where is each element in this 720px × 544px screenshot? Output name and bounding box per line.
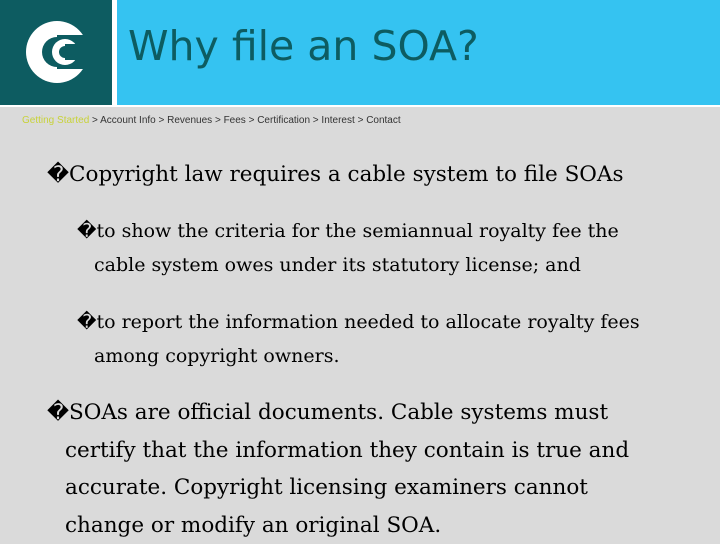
breadcrumb-separator: > [358,115,367,126]
breadcrumb-item-interest[interactable]: Interest [321,115,354,126]
bullet-official-documents: �SOAs are official documents. Cable syst… [47,394,629,544]
bullet-line: cable system owes under its statutory li… [77,248,619,282]
bullet-text: Copyright law requires a cable system to… [69,162,623,187]
sub-bullet-allocate: �to report the information needed to all… [77,305,640,373]
breadcrumb-separator: > [92,115,100,126]
breadcrumb-item-getting-started[interactable]: Getting Started [22,115,89,126]
bullet-glyph: � [47,156,69,194]
breadcrumb-item-fees[interactable]: Fees [224,115,246,126]
logo-panel [0,0,112,105]
bullet-line: �to show the criteria for the semiannual… [77,214,619,248]
breadcrumb-item-account-info[interactable]: Account Info [100,115,156,126]
bullet-line: �SOAs are official documents. Cable syst… [47,394,629,432]
bullet-line: certify that the information they contai… [47,432,629,470]
page-title: Why file an SOA? [128,26,479,67]
breadcrumb-separator: > [249,115,258,126]
bullet-glyph: � [47,394,69,432]
copyright-office-logo [22,17,92,87]
breadcrumb-separator: > [159,115,168,126]
breadcrumb: Getting Started > Account Info > Revenue… [22,115,401,127]
bullet-line: among copyright owners. [77,339,640,373]
bullet-line: �to report the information needed to all… [77,305,640,339]
bullet-line: accurate. Copyright licensing examiners … [47,469,629,507]
slide-header: Why file an SOA? [0,0,720,107]
title-bar: Why file an SOA? [117,0,720,105]
sub-bullet-criteria: �to show the criteria for the semiannual… [77,214,619,282]
bullet-text: to report the information needed to allo… [96,311,639,333]
bullet-text: SOAs are official documents. Cable syste… [69,400,608,425]
breadcrumb-item-contact[interactable]: Contact [366,115,400,126]
bullet-glyph: � [77,214,96,248]
breadcrumb-item-certification[interactable]: Certification [257,115,310,126]
breadcrumb-item-revenues[interactable]: Revenues [167,115,212,126]
bullet-copyright-law: �Copyright law requires a cable system t… [47,156,624,194]
bullet-glyph: � [77,305,96,339]
bullet-line: �Copyright law requires a cable system t… [47,156,624,194]
bullet-line: change or modify an original SOA. [47,507,629,544]
bullet-text: to show the criteria for the semiannual … [96,220,618,242]
breadcrumb-separator: > [215,115,224,126]
